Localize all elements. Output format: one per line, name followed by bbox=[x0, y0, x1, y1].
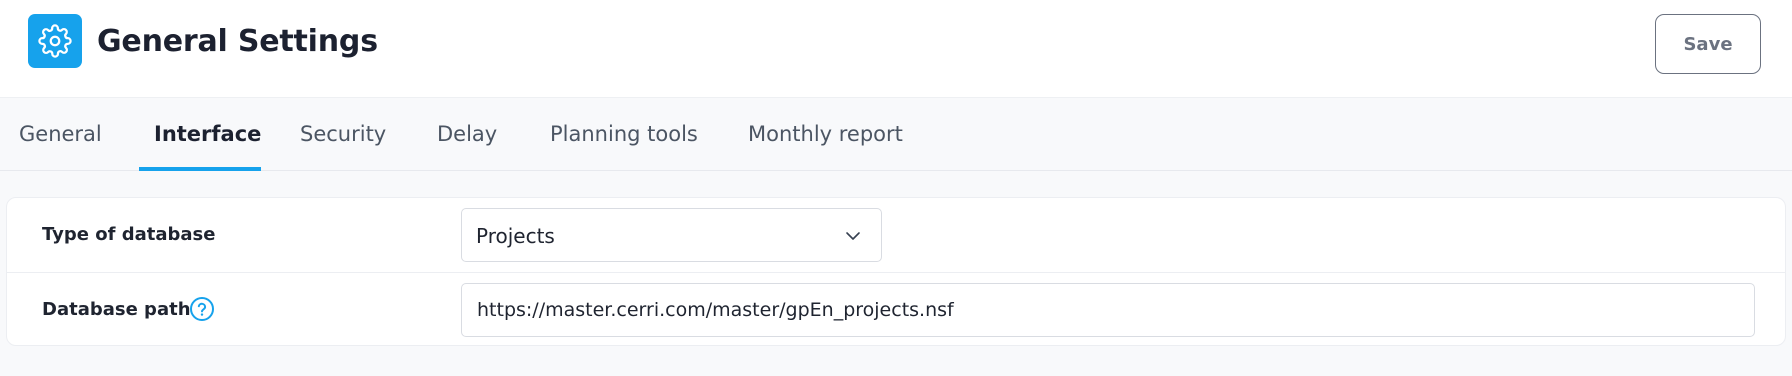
chevron-down-icon bbox=[846, 232, 860, 240]
tab-interface[interactable]: Interface bbox=[154, 98, 261, 171]
page-title: General Settings bbox=[97, 24, 378, 59]
tab-monthly-report[interactable]: Monthly report bbox=[748, 98, 903, 171]
tab-planning-tools[interactable]: Planning tools bbox=[550, 98, 698, 171]
settings-page: General Settings Save General Interface … bbox=[0, 0, 1792, 376]
database-path-label: Database path bbox=[42, 299, 191, 320]
tab-delay[interactable]: Delay bbox=[437, 98, 497, 171]
active-tab-indicator bbox=[139, 167, 261, 171]
interface-settings-card: Type of database Projects Database path bbox=[6, 197, 1786, 346]
settings-tabs: General Interface Security Delay Plannin… bbox=[0, 98, 1792, 171]
page-header: General Settings Save bbox=[0, 0, 1792, 98]
database-type-value: Projects bbox=[476, 224, 555, 248]
row-divider bbox=[7, 272, 1785, 273]
database-type-label: Type of database bbox=[42, 224, 216, 245]
gear-icon bbox=[28, 14, 82, 68]
help-circle-icon[interactable] bbox=[189, 296, 215, 322]
database-type-select[interactable]: Projects bbox=[461, 208, 882, 262]
tab-security[interactable]: Security bbox=[300, 98, 386, 171]
save-button[interactable]: Save bbox=[1655, 14, 1761, 74]
tab-general[interactable]: General bbox=[19, 98, 102, 171]
database-path-input[interactable] bbox=[461, 283, 1755, 337]
